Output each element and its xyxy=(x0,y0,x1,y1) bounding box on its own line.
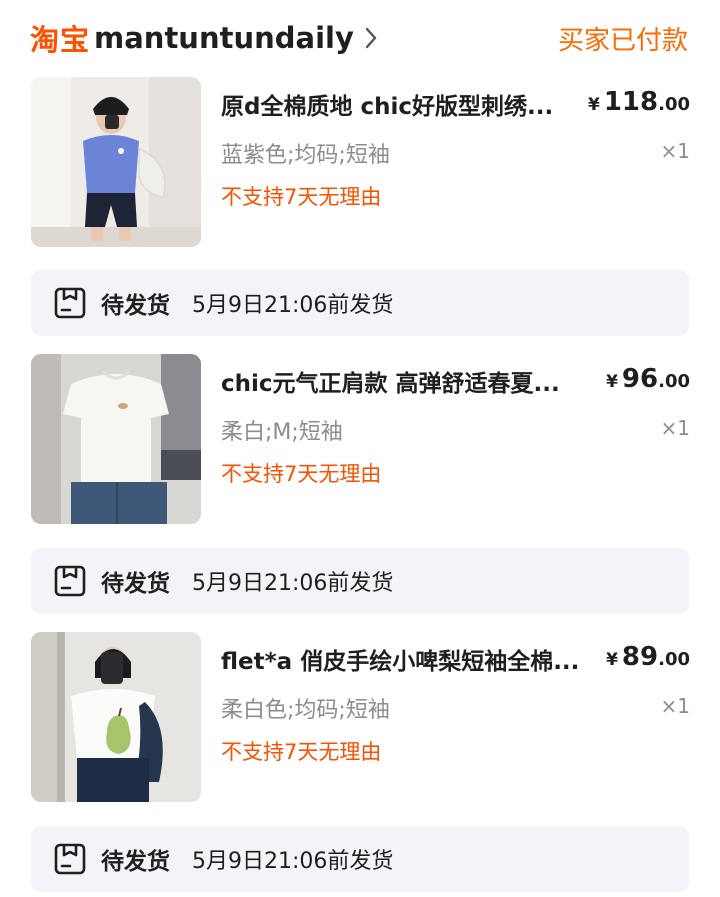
order-item[interactable]: flet*a 俏皮手绘小啤梨短袖全棉... ¥ 89 .00 柔白色;均码;短袖… xyxy=(0,632,720,804)
order-item[interactable]: chic元气正肩款 高弹舒适春夏... ¥ 96 .00 柔白;M;短袖 ×1 … xyxy=(0,354,720,526)
product-title: chic元气正肩款 高弹舒适春夏... xyxy=(221,371,560,397)
package-box-icon xyxy=(53,842,87,876)
product-title: flet*a 俏皮手绘小啤梨短袖全棉... xyxy=(221,649,580,675)
product-price: ¥ 118 .00 xyxy=(588,87,690,117)
shop-name: mantuntundaily xyxy=(94,21,354,55)
price-currency: ¥ xyxy=(606,372,618,392)
shipping-deadline: 5月9日21:06前发货 xyxy=(192,849,394,874)
price-decimal: .00 xyxy=(658,649,690,670)
price-currency: ¥ xyxy=(606,650,618,670)
product-quantity: ×1 xyxy=(660,416,690,440)
price-decimal: .00 xyxy=(658,94,690,115)
shipping-status: 待发货 xyxy=(101,293,170,319)
product-image xyxy=(31,354,201,524)
product-sku: 蓝紫色;均码;短袖 xyxy=(221,143,390,168)
chevron-right-icon xyxy=(364,26,378,50)
return-policy-label: 不支持7天无理由 xyxy=(221,462,382,486)
order-header: 淘宝 mantuntundaily 买家已付款 xyxy=(0,0,720,76)
product-sku: 柔白;M;短袖 xyxy=(221,420,343,445)
order-page: 淘宝 mantuntundaily 买家已付款 原d全棉质地 chic好版型刺绣… xyxy=(0,0,720,897)
price-decimal: .00 xyxy=(658,371,690,392)
shipping-status-bar[interactable]: 待发货 5月9日21:06前发货 xyxy=(31,270,689,336)
order-item[interactable]: 原d全棉质地 chic好版型刺绣... ¥ 118 .00 蓝紫色;均码;短袖 … xyxy=(0,77,720,249)
shipping-status: 待发货 xyxy=(101,849,170,875)
shipping-deadline: 5月9日21:06前发货 xyxy=(192,571,394,596)
package-box-icon xyxy=(53,564,87,598)
shipping-deadline: 5月9日21:06前发货 xyxy=(192,293,394,318)
price-integer: 118 xyxy=(603,87,659,117)
order-status: 买家已付款 xyxy=(557,26,688,56)
taobao-logo: 淘宝 xyxy=(30,23,91,57)
product-quantity: ×1 xyxy=(660,139,690,163)
product-image xyxy=(31,632,201,802)
price-integer: 96 xyxy=(621,364,659,394)
product-price: ¥ 96 .00 xyxy=(606,364,690,394)
product-sku: 柔白色;均码;短袖 xyxy=(221,698,390,723)
shipping-status-bar[interactable]: 待发货 5月9日21:06前发货 xyxy=(31,548,689,614)
shipping-status-bar[interactable]: 待发货 5月9日21:06前发货 xyxy=(31,826,689,892)
price-integer: 89 xyxy=(621,642,659,672)
package-box-icon xyxy=(53,286,87,320)
shop-link[interactable]: 淘宝 mantuntundaily xyxy=(30,18,378,58)
shipping-status: 待发货 xyxy=(101,571,170,597)
product-title: 原d全棉质地 chic好版型刺绣... xyxy=(221,94,554,120)
return-policy-label: 不支持7天无理由 xyxy=(221,185,382,209)
product-quantity: ×1 xyxy=(660,694,690,718)
product-image xyxy=(31,77,201,247)
product-price: ¥ 89 .00 xyxy=(606,642,690,672)
return-policy-label: 不支持7天无理由 xyxy=(221,740,382,764)
price-currency: ¥ xyxy=(587,95,600,115)
